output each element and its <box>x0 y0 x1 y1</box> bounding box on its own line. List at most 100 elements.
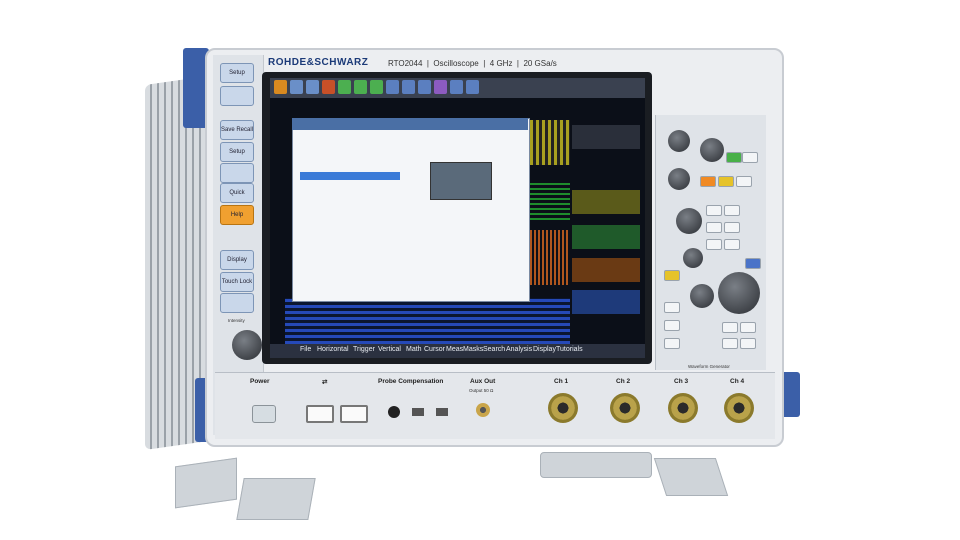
panel-button[interactable] <box>724 239 740 250</box>
probe-comp-terminal[interactable] <box>388 406 400 418</box>
position-knob[interactable] <box>700 138 724 162</box>
keypad-button[interactable] <box>740 338 756 349</box>
keypad-button[interactable] <box>740 322 756 333</box>
menu-vertical[interactable]: Vertical <box>378 346 401 353</box>
toolbar-icon[interactable] <box>450 80 463 94</box>
keypad-button[interactable] <box>722 338 738 349</box>
waveform-blue <box>285 298 570 344</box>
menu-file[interactable]: File <box>300 346 311 353</box>
info-panel <box>572 125 640 149</box>
intensity-label: Intensity <box>228 318 245 323</box>
run-button[interactable] <box>726 152 742 163</box>
panel-button[interactable] <box>706 239 722 250</box>
menu-button[interactable] <box>220 293 254 313</box>
selected-tree-row[interactable] <box>300 172 400 180</box>
usb-port-2[interactable] <box>340 405 368 423</box>
model-number: RTO2044 <box>388 59 423 68</box>
help-button[interactable]: Help <box>220 205 254 225</box>
navigation-knob[interactable] <box>718 272 760 314</box>
menu-display[interactable]: Display <box>533 346 556 353</box>
power-label: Power <box>250 378 270 385</box>
toolbar-icon[interactable] <box>386 80 399 94</box>
waveform-orange <box>530 230 570 285</box>
panel-button[interactable] <box>664 338 680 349</box>
ch4-label: Ch 4 <box>730 378 745 385</box>
menu-meas[interactable]: Meas <box>446 346 463 353</box>
aux-out-impedance: Output 50 Ω <box>469 388 494 393</box>
channel-panel-green <box>572 225 640 249</box>
offset-knob[interactable] <box>690 284 714 308</box>
channel-panel-orange <box>572 258 640 282</box>
autoset-button[interactable] <box>700 176 716 187</box>
ch2-label: Ch 2 <box>616 378 631 385</box>
toolbar-icon[interactable] <box>290 80 303 94</box>
panel-button[interactable] <box>706 222 722 233</box>
aux-out-connector[interactable] <box>476 403 490 417</box>
toolbar-icon[interactable] <box>322 80 335 94</box>
model-info: RTO2044 | Oscilloscope | 4 GHz | 20 GSa/… <box>388 59 557 68</box>
menu-masks[interactable]: Masks <box>463 346 483 353</box>
panel-button[interactable] <box>724 205 740 216</box>
quick-action-button[interactable]: Quick Action <box>220 183 254 214</box>
menu-cursor[interactable]: Cursor <box>424 346 445 353</box>
menu-trigger[interactable]: Trigger <box>353 346 375 353</box>
rear-foot <box>175 457 237 509</box>
bandwidth: 4 GHz <box>489 59 513 68</box>
usb-icon: ⇄ <box>322 379 328 386</box>
trigger-knob[interactable] <box>676 208 702 234</box>
scale-knob[interactable] <box>668 168 690 190</box>
touch-lock-button[interactable]: Touch Lock <box>220 272 254 292</box>
keypad-button[interactable] <box>722 322 738 333</box>
ch3-input[interactable] <box>668 393 698 423</box>
dialog-window[interactable] <box>292 118 530 302</box>
menu-search[interactable]: Search <box>483 346 505 353</box>
toolbar-icon[interactable] <box>434 80 447 94</box>
usb-port-1[interactable] <box>306 405 334 423</box>
ch1-label: Ch 1 <box>554 378 569 385</box>
toolbar-icon[interactable] <box>306 80 319 94</box>
ch1-input[interactable] <box>548 393 578 423</box>
panel-button[interactable] <box>664 320 680 331</box>
vertical-knob[interactable] <box>683 248 703 268</box>
ch2-input[interactable] <box>610 393 640 423</box>
control-button[interactable] <box>736 176 752 187</box>
intensity-knob[interactable] <box>232 330 262 360</box>
toolbar-icon[interactable] <box>418 80 431 94</box>
probe-comp-terminal[interactable] <box>412 408 424 416</box>
display-button[interactable]: Display <box>220 250 254 270</box>
toolbar-icon[interactable] <box>338 80 351 94</box>
panel-button[interactable] <box>706 205 722 216</box>
menu-horizontal[interactable]: Horizontal <box>317 346 349 353</box>
toolbar-icon[interactable] <box>370 80 383 94</box>
gen-button[interactable] <box>745 258 761 269</box>
scope-diagram-image <box>430 162 492 200</box>
aux-out-label: Aux Out <box>470 378 496 385</box>
save-recall-button[interactable]: Save Recall <box>220 120 254 140</box>
ch3-label: Ch 3 <box>674 378 689 385</box>
power-button[interactable] <box>252 405 276 423</box>
preset-button[interactable] <box>220 86 254 106</box>
toolbar-icon[interactable] <box>402 80 415 94</box>
menu-analysis[interactable]: Analysis <box>506 346 532 353</box>
menu-tutorials[interactable]: Tutorials <box>556 346 583 353</box>
setup-2-button[interactable]: Setup <box>220 142 254 162</box>
front-foot-left <box>236 478 316 520</box>
ch1-button[interactable] <box>664 270 680 281</box>
ground-terminal[interactable] <box>436 408 448 416</box>
horizontal-knob[interactable] <box>668 130 690 152</box>
brand-logo: ROHDE&SCHWARZ <box>268 57 369 68</box>
single-button[interactable] <box>742 152 758 163</box>
waveform-generator-label: Waveform Generator <box>688 364 730 369</box>
panel-button[interactable] <box>664 302 680 313</box>
panel-button[interactable] <box>724 222 740 233</box>
toolbar-icon[interactable] <box>466 80 479 94</box>
tilt-stand <box>653 458 729 496</box>
toolbar-icon[interactable] <box>274 80 287 94</box>
toolbar-icon[interactable] <box>354 80 367 94</box>
camera-button[interactable] <box>220 163 254 183</box>
trigger-button[interactable] <box>718 176 734 187</box>
ch4-input[interactable] <box>724 393 754 423</box>
setup-button[interactable]: Setup <box>220 63 254 83</box>
menu-math[interactable]: Math <box>406 346 422 353</box>
front-foot-right <box>540 452 652 478</box>
